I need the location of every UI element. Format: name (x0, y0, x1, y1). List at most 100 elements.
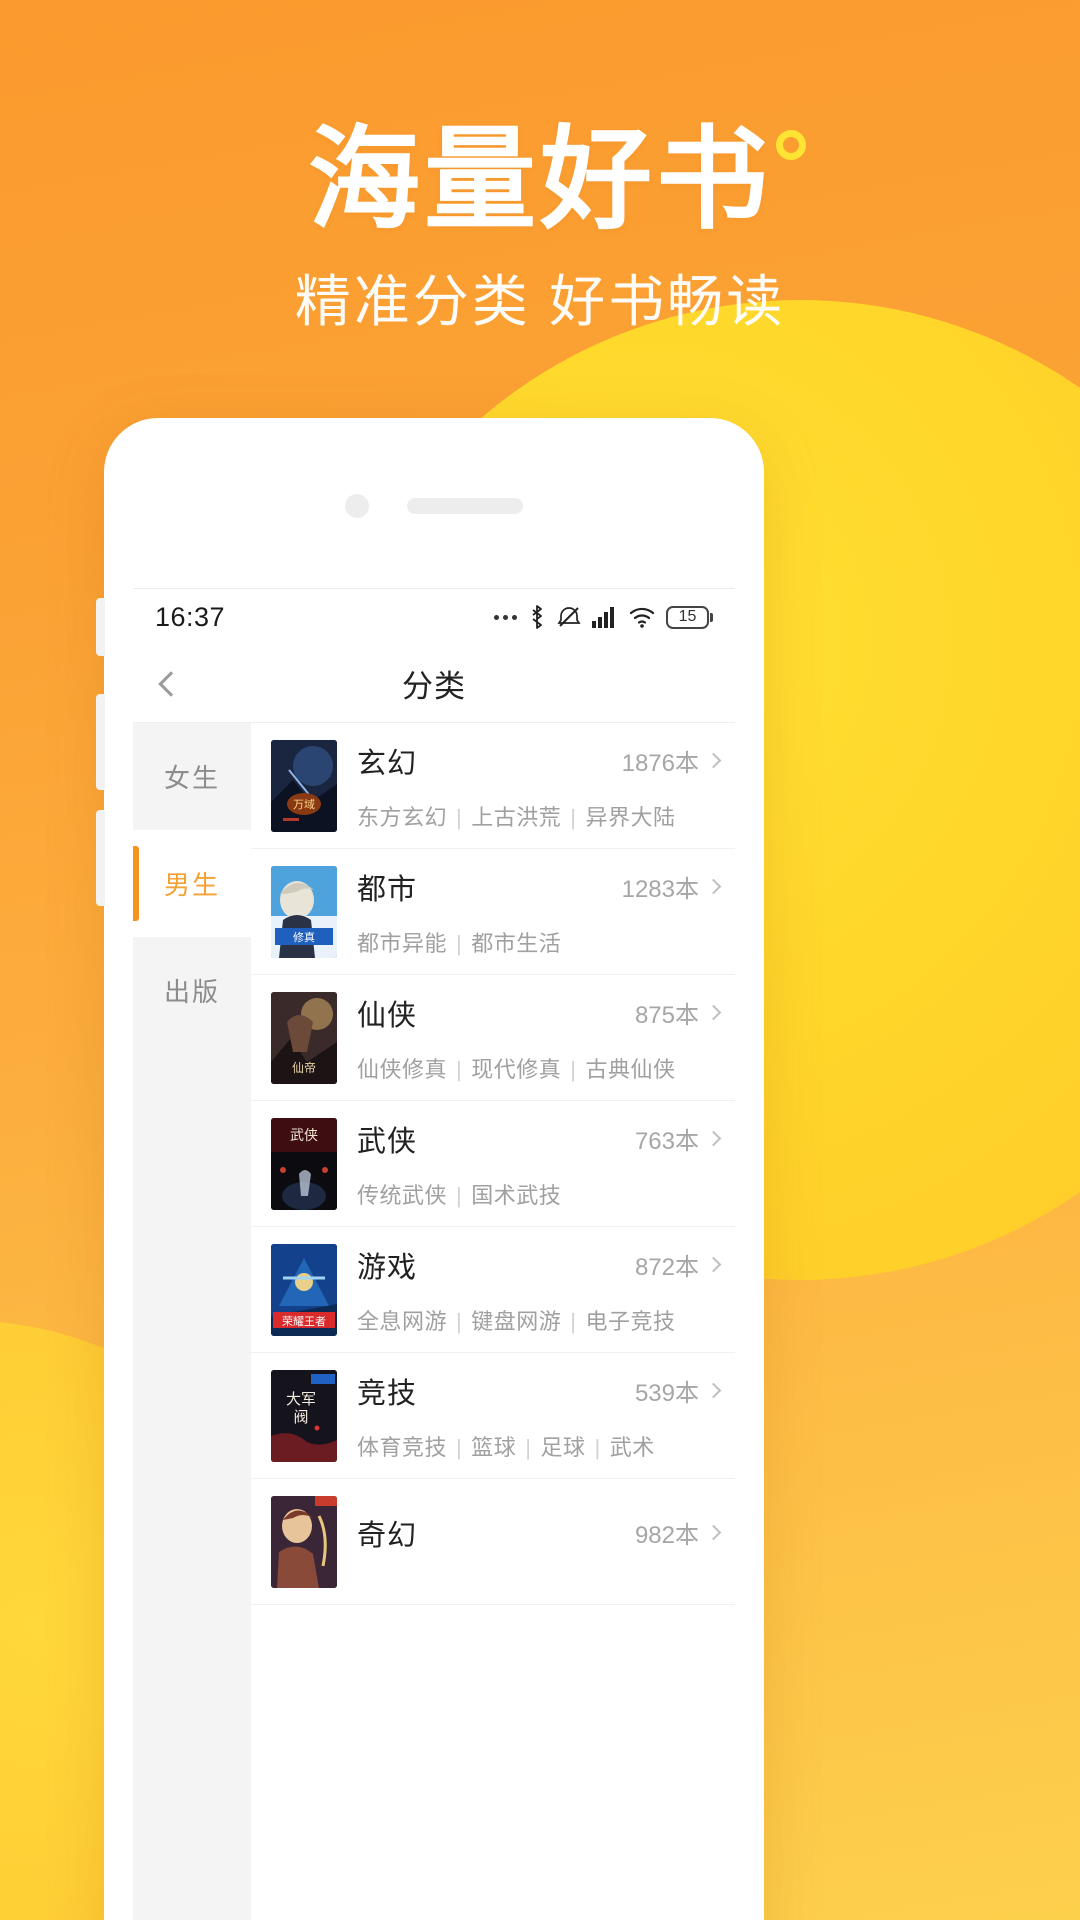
tag: 全息网游 (357, 1308, 448, 1334)
phone-side-button-mid (96, 694, 105, 790)
category-count-group: 872本 (634, 1247, 722, 1282)
category-tags: 仙侠修真 | 现代修真 | 古典仙侠 (357, 1056, 676, 1082)
list-item[interactable]: 奇幻 982本 (251, 1479, 735, 1605)
nav-bar: 分类 (133, 645, 735, 723)
category-count-group: 875本 (634, 995, 722, 1030)
svg-text:修真: 修真 (293, 930, 315, 944)
tag: 国术武技 (471, 1182, 562, 1208)
list-item[interactable]: 大军 阀 竞技 539本 体育竞技 | 篮球 | 足球 | 武术 (251, 1353, 735, 1479)
phone-side-button-bottom (96, 810, 105, 906)
category-list[interactable]: 万域 玄幻 1876本 东方玄幻 | 上古洪荒 | 异界大陆 修真 都市 128… (251, 723, 735, 1920)
tag: 篮球 (471, 1434, 517, 1460)
bluetooth-icon (532, 605, 542, 629)
promo-page: 海量好书 精准分类 好书畅读 16:37 15 分类 女生 男生 出版 万域 玄… (0, 0, 1080, 1920)
back-chevron-icon (158, 670, 184, 697)
tag: 异界大陆 (585, 804, 676, 830)
category-name: 都市 (357, 873, 418, 906)
chevron-right-icon (705, 752, 722, 769)
book-cover-thumbnail: 大军 阀 (271, 1369, 337, 1462)
tag: 现代修真 (471, 1056, 562, 1082)
category-count-group: 539本 (634, 1373, 722, 1408)
book-cover-thumbnail: 万域 (271, 739, 337, 832)
svg-text:荣耀王者: 荣耀王者 (282, 1315, 326, 1328)
list-item-body: 游戏 872本 全息网游 | 键盘网游 | 电子竞技 (337, 1244, 722, 1336)
category-count: 875本 (634, 1002, 699, 1029)
category-tags: 都市异能 | 都市生活 (357, 930, 562, 956)
sidebar-item-male[interactable]: 男生 (133, 830, 251, 937)
category-count-group: 982本 (634, 1515, 722, 1550)
book-cover-thumbnail (271, 1495, 337, 1588)
list-item-body: 奇幻 982本 (337, 1496, 722, 1588)
tag: 足球 (540, 1434, 586, 1460)
tag: 电子竞技 (585, 1308, 676, 1334)
category-count: 1283本 (621, 876, 699, 903)
category-tags: 传统武侠 | 国术武技 (357, 1182, 562, 1208)
category-count: 763本 (634, 1128, 699, 1155)
cellular-signal-icon (592, 607, 614, 628)
svg-text:阀: 阀 (293, 1409, 308, 1426)
category-count-group: 763本 (634, 1121, 722, 1156)
book-cover-thumbnail: 荣耀王者 (271, 1243, 337, 1336)
list-item-header: 游戏 872本 (357, 1244, 722, 1286)
tag: 体育竞技 (357, 1434, 448, 1460)
sidebar-item-publication[interactable]: 出版 (133, 937, 251, 1044)
chevron-right-icon (705, 1130, 722, 1147)
list-item[interactable]: 武侠 武侠 763本 传统武侠 | 国术武技 (251, 1101, 735, 1227)
phone-screen: 16:37 15 分类 女生 男生 出版 万域 玄幻 1876本 东方玄幻 | … (133, 588, 735, 1920)
tag: 传统武侠 (357, 1182, 448, 1208)
promo-headline-text: 海量好书 (308, 117, 772, 242)
battery-icon: 15 (666, 605, 713, 629)
tag: 东方玄幻 (357, 804, 448, 830)
promo-subheadline: 精准分类 好书畅读 (294, 270, 786, 333)
phone-mockup: 16:37 15 分类 女生 男生 出版 万域 玄幻 1876本 东方玄幻 | … (96, 418, 764, 1920)
chevron-right-icon (705, 878, 722, 895)
sidebar-item-female[interactable]: 女生 (133, 723, 251, 830)
category-tags: 东方玄幻 | 上古洪荒 | 异界大陆 (357, 804, 676, 830)
circle-accent-icon (776, 130, 806, 160)
svg-text:大军: 大军 (286, 1391, 316, 1408)
sidebar-item-label: 女生 (163, 763, 220, 793)
book-cover-thumbnail: 仙帝 (271, 991, 337, 1084)
chevron-right-icon (705, 1382, 722, 1399)
list-item-header: 都市 1283本 (357, 866, 722, 908)
category-name: 玄幻 (357, 747, 418, 780)
list-item[interactable]: 万域 玄幻 1876本 东方玄幻 | 上古洪荒 | 异界大陆 (251, 723, 735, 849)
list-item-header: 仙侠 875本 (357, 992, 722, 1034)
category-count: 539本 (634, 1380, 699, 1407)
category-name: 奇幻 (357, 1519, 418, 1552)
list-item-header: 奇幻 982本 (357, 1512, 722, 1554)
list-item[interactable]: 仙帝 仙侠 875本 仙侠修真 | 现代修真 | 古典仙侠 (251, 975, 735, 1101)
list-item-body: 玄幻 1876本 东方玄幻 | 上古洪荒 | 异界大陆 (337, 740, 722, 832)
wifi-icon (629, 607, 655, 628)
list-item[interactable]: 修真 都市 1283本 都市异能 | 都市生活 (251, 849, 735, 975)
category-name: 竞技 (357, 1377, 418, 1410)
more-dots-icon (494, 614, 517, 620)
tag: 仙侠修真 (357, 1056, 448, 1082)
mute-icon (557, 607, 581, 627)
list-item-body: 都市 1283本 都市异能 | 都市生活 (337, 866, 722, 958)
list-item-body: 竞技 539本 体育竞技 | 篮球 | 足球 | 武术 (337, 1370, 722, 1462)
category-tags: 体育竞技 | 篮球 | 足球 | 武术 (357, 1434, 655, 1460)
category-count: 982本 (634, 1522, 699, 1549)
screen-content: 女生 男生 出版 万域 玄幻 1876本 东方玄幻 | 上古洪荒 | 异界大陆 … (133, 723, 735, 1920)
list-item[interactable]: 荣耀王者 游戏 872本 全息网游 | 键盘网游 | 电子竞技 (251, 1227, 735, 1353)
promo-headline: 海量好书 (308, 124, 806, 236)
phone-side-button-top (96, 598, 105, 656)
category-name: 仙侠 (357, 999, 418, 1032)
category-count-group: 1876本 (621, 743, 722, 778)
category-count: 872本 (634, 1254, 699, 1281)
tag: 武术 (609, 1434, 655, 1460)
category-name: 武侠 (357, 1125, 418, 1158)
chevron-right-icon (705, 1524, 722, 1541)
chevron-right-icon (705, 1256, 722, 1273)
category-count: 1876本 (621, 750, 699, 777)
category-tags: 全息网游 | 键盘网游 | 电子竞技 (357, 1308, 676, 1334)
headline-container: 海量好书 (0, 124, 1080, 236)
chevron-right-icon (705, 1004, 722, 1021)
camera-icon (345, 494, 369, 518)
back-button[interactable] (133, 645, 209, 723)
category-count-group: 1283本 (621, 869, 722, 904)
svg-text:万域: 万域 (293, 798, 315, 811)
battery-level: 15 (678, 608, 697, 625)
tag: 都市生活 (471, 930, 562, 956)
